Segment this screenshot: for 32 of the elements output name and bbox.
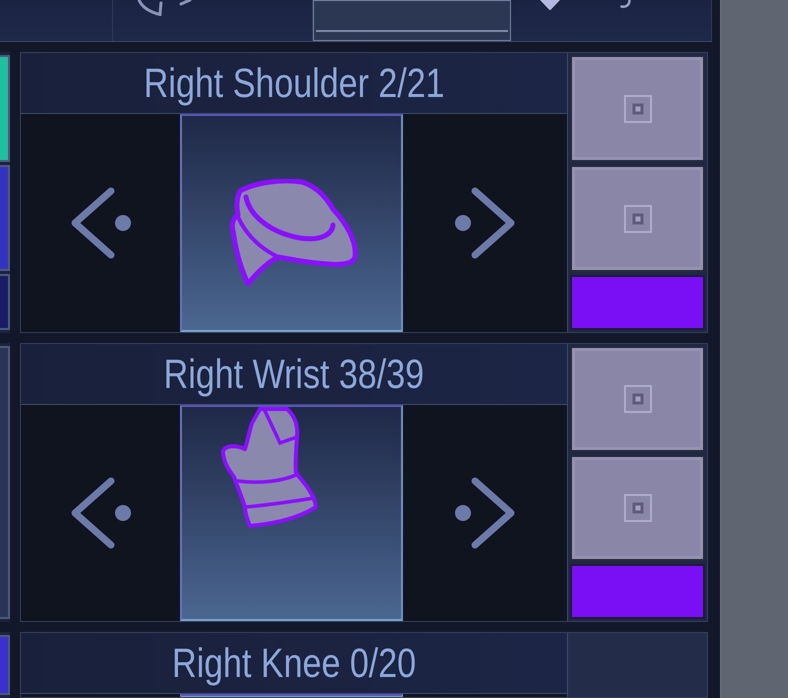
square-icon [624,94,652,122]
swatch-button[interactable] [570,455,705,561]
color-swatch[interactable] [0,274,10,330]
next-button[interactable] [403,405,567,621]
color-swatch[interactable] [0,635,10,695]
swatch-button[interactable] [570,346,705,452]
chevron-left-icon [68,186,132,260]
color-swatch[interactable] [0,55,10,162]
tab[interactable] [313,0,511,41]
arc-icon [137,0,192,16]
gauntlet-icon [220,407,320,529]
color-swatch[interactable] [0,346,10,619]
square-icon [624,204,652,232]
chevron-left-icon [68,476,132,550]
slot-title: Right Shoulder 2/21 [144,62,444,104]
color-swatch[interactable] [0,164,10,271]
slot-title: Right Knee 0/20 [172,642,416,684]
color-swatch[interactable] [570,564,705,619]
swatch-button[interactable] [570,165,705,272]
slot-title: Right Wrist 38/39 [164,354,424,394]
hook-icon [620,0,632,9]
previous-button[interactable] [21,114,180,332]
square-icon [624,494,652,522]
chevron-right-icon [453,476,517,550]
color-swatch[interactable] [570,275,705,330]
next-button[interactable] [403,114,567,332]
swatch-button[interactable] [570,55,705,162]
square-icon [624,385,652,413]
previous-button[interactable] [21,405,180,621]
chevron-right-icon [453,186,517,260]
shoulder-pad-icon [228,179,360,289]
diamond-icon [540,0,560,10]
